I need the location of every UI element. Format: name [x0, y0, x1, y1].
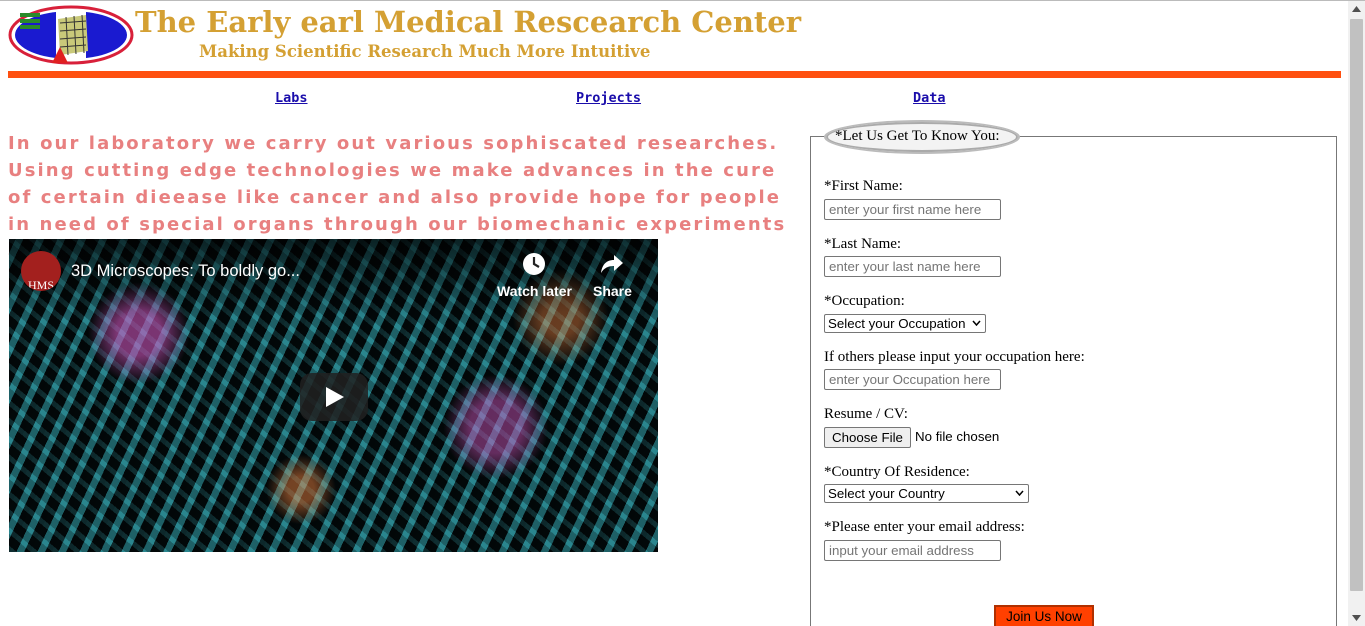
first-name-input[interactable]: enter your first name here [824, 199, 1001, 220]
occupation-label: *Occupation: [824, 293, 905, 309]
site-logo [8, 5, 134, 65]
form-legend: *Let Us Get To Know You: [835, 128, 1000, 144]
nav-link-data[interactable]: Data [913, 90, 946, 106]
header-divider [8, 71, 1341, 78]
channel-avatar[interactable]: HMS [21, 251, 61, 291]
share-icon [601, 255, 624, 273]
occupation-select[interactable]: Select your Occupation [824, 314, 986, 333]
country-select[interactable]: Select your Country [824, 484, 1029, 503]
join-us-now-button[interactable]: Join Us Now [994, 605, 1094, 626]
last-name-input[interactable]: enter your last name here [824, 256, 1001, 277]
choose-file-button[interactable]: Choose File [824, 427, 911, 448]
share-label: Share [593, 283, 632, 299]
share-button[interactable]: Share [593, 251, 632, 299]
country-select-value: Select your Country [828, 486, 945, 501]
vertical-scrollbar[interactable] [1348, 1, 1365, 626]
nav-link-labs[interactable]: Labs [275, 90, 308, 106]
chevron-down-icon [972, 320, 981, 326]
video-title[interactable]: 3D Microscopes: To boldly go... [71, 262, 300, 281]
file-status: No file chosen [915, 429, 1000, 444]
email-label: *Please enter your email address: [824, 519, 1025, 535]
first-name-label: *First Name: [824, 178, 903, 194]
email-input[interactable]: input your email address [824, 540, 1001, 561]
scroll-up-arrow-icon[interactable] [1352, 6, 1361, 12]
site-subtitle: Making Scientific Research Much More Int… [199, 42, 651, 61]
resume-label: Resume / CV: [824, 406, 908, 422]
chevron-down-icon [1015, 490, 1024, 496]
last-name-label: *Last Name: [824, 236, 902, 252]
site-title: The Early earl Medical Rescearch Center [135, 5, 802, 39]
clock-icon [523, 253, 546, 275]
occupation-select-value: Select your Occupation [828, 316, 966, 331]
other-occupation-label: If others please input your occupation h… [824, 349, 1085, 365]
play-icon [326, 387, 344, 407]
other-occupation-input[interactable]: enter your Occupation here [824, 369, 1001, 390]
play-button[interactable] [300, 373, 368, 421]
country-label: *Country Of Residence: [824, 464, 970, 480]
page: The Early earl Medical Rescearch Center … [0, 0, 1365, 626]
scrollbar-thumb[interactable] [1350, 19, 1363, 591]
nav-link-projects[interactable]: Projects [576, 90, 641, 106]
embedded-video[interactable]: HMS 3D Microscopes: To boldly go... Watc… [9, 239, 658, 552]
watch-later-label: Watch later [497, 283, 572, 299]
scroll-down-arrow-icon[interactable] [1352, 615, 1361, 621]
watch-later-button[interactable]: Watch later [497, 251, 572, 299]
